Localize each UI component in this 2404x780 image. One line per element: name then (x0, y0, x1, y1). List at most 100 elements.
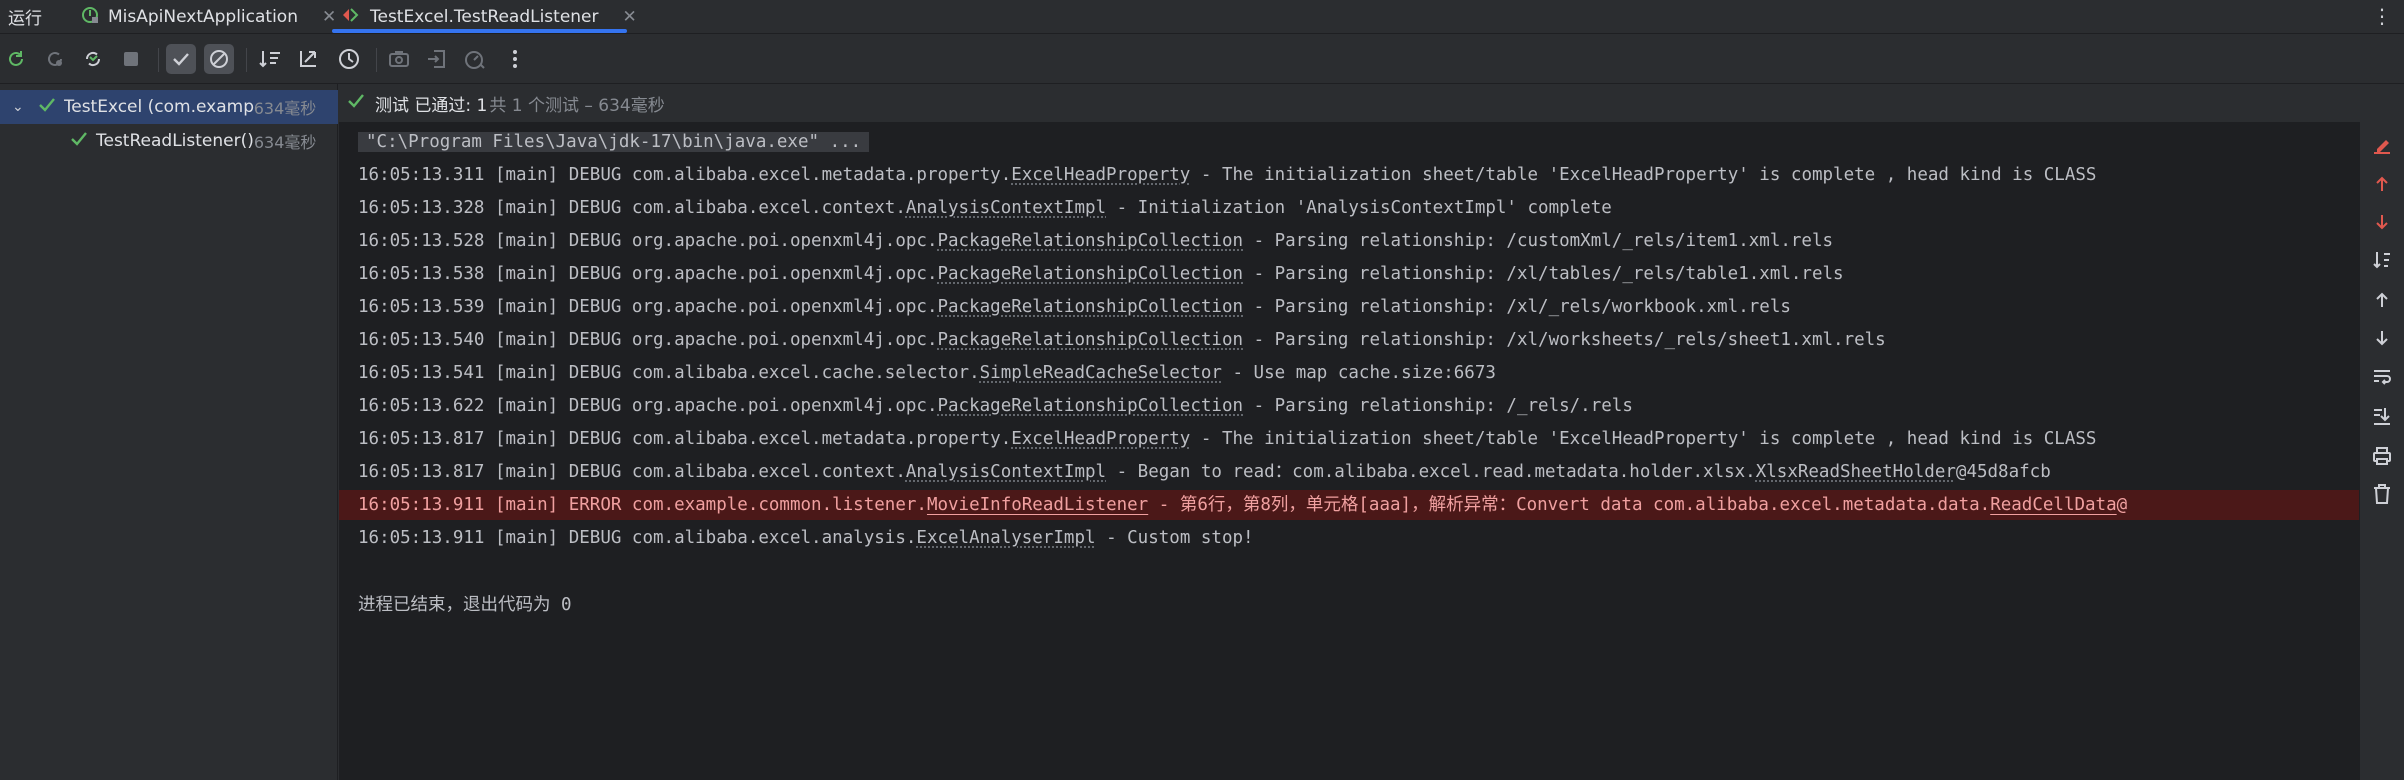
up-arrow-icon[interactable] (2368, 170, 2396, 198)
soft-wrap-icon[interactable] (2368, 132, 2396, 160)
test-tree: ⌄ TestExcel (com.examp 634毫秒 TestReadLis… (0, 84, 338, 780)
check-icon (70, 131, 88, 152)
show-ignored-icon[interactable] (204, 44, 234, 74)
check-icon (347, 93, 365, 114)
rerun-icon[interactable] (1, 44, 31, 74)
log-text: 16:05:13.528 [main] DEBUG org.apache.poi… (358, 231, 938, 251)
trash-icon[interactable] (2368, 480, 2396, 508)
log-text: @ (2116, 495, 2128, 515)
log-text: 16:05:13.538 [main] DEBUG org.apache.poi… (358, 264, 938, 284)
stop-icon[interactable] (116, 44, 146, 74)
tree-node-label: TestReadListener() (96, 131, 254, 151)
console-line: 16:05:13.538 [main] DEBUG org.apache.poi… (339, 259, 2359, 289)
class-link[interactable]: AnalysisContextImpl (906, 462, 1106, 482)
log-text: - 第6行，第8列，单元格[aaa]，解析异常：Convert data com… (1148, 495, 1991, 515)
class-link[interactable]: ExcelAnalyserImpl (916, 528, 1095, 548)
chevron-down-icon[interactable]: ⌄ (12, 99, 24, 115)
console-line: 16:05:13.622 [main] DEBUG org.apache.poi… (339, 391, 2359, 421)
print-icon[interactable] (2368, 442, 2396, 470)
class-link[interactable]: MovieInfoReadListener (927, 495, 1148, 515)
console-side-toolbar (2359, 122, 2404, 780)
class-link[interactable]: PackageRelationshipCollection (937, 297, 1243, 317)
class-link[interactable]: PackageRelationshipCollection (937, 396, 1243, 416)
console-line: 16:05:13.541 [main] DEBUG com.alibaba.ex… (339, 358, 2359, 388)
class-link[interactable]: PackageRelationshipCollection (937, 330, 1243, 350)
log-text: 16:05:13.911 [main] ERROR com.example.co… (358, 495, 927, 515)
log-text: - Parsing relationship: /xl/_rels/workbo… (1243, 297, 1791, 317)
close-icon[interactable]: ✕ (623, 7, 637, 27)
class-link[interactable]: ReadCellData (1990, 495, 2116, 515)
log-text: 16:05:13.328 [main] DEBUG com.alibaba.ex… (358, 198, 906, 218)
run-tool-window: { "run_title": "运行", "tabs": [ {"label":… (0, 0, 2404, 780)
show-passed-icon[interactable] (166, 44, 196, 74)
class-link[interactable]: PackageRelationshipCollection (937, 231, 1243, 251)
tree-node-testexcel[interactable]: ⌄ TestExcel (com.examp 634毫秒 (0, 90, 338, 124)
console-line-error: 16:05:13.911 [main] ERROR com.example.co… (339, 490, 2359, 520)
log-text: - Began to read：com.alibaba.excel.read.m… (1106, 462, 1756, 482)
scroll-up-icon[interactable] (2368, 286, 2396, 314)
spring-app-icon (80, 5, 100, 30)
log-text: - The initialization sheet/table 'ExcelH… (1190, 165, 2097, 185)
import-tests-icon[interactable] (422, 44, 452, 74)
check-icon (38, 97, 56, 118)
log-text: - Use map cache.size:6673 (1221, 363, 1496, 383)
toolbar-separator (376, 48, 377, 72)
toolbar (0, 36, 2404, 84)
console-line: 16:05:13.817 [main] DEBUG com.alibaba.ex… (339, 457, 2359, 487)
sort-alpha-icon[interactable] (256, 44, 286, 74)
class-link[interactable]: PackageRelationshipCollection (937, 264, 1243, 284)
tab-label: MisApiNextApplication (108, 7, 298, 27)
log-text: 16:05:13.539 [main] DEBUG org.apache.poi… (358, 297, 938, 317)
log-text: @45d8afcb (1955, 462, 2051, 482)
toolbar-separator (158, 48, 159, 72)
console-output[interactable]: "C:\Program Files\Java\jdk-17\bin\java.e… (339, 122, 2359, 780)
tree-node-time: 634毫秒 (253, 99, 317, 118)
log-text: 16:05:13.622 [main] DEBUG org.apache.poi… (358, 396, 938, 416)
class-link[interactable]: SimpleReadCacheSelector (980, 363, 1222, 383)
class-link[interactable]: ExcelHeadProperty (1011, 429, 1190, 449)
toggle-auto-test-icon[interactable] (78, 44, 108, 74)
log-text: 16:05:13.541 [main] DEBUG com.alibaba.ex… (358, 363, 980, 383)
console-line: 16:05:13.528 [main] DEBUG org.apache.poi… (339, 226, 2359, 256)
log-text: - Parsing relationship: /_rels/.rels (1243, 396, 1633, 416)
down-arrow-icon[interactable] (2368, 208, 2396, 236)
more-icon[interactable] (500, 44, 530, 74)
sort-duration-icon[interactable] (294, 44, 324, 74)
log-text: - Parsing relationship: /customXml/_rels… (1243, 231, 1834, 251)
more-options-icon[interactable]: ⋮ (2372, 4, 2392, 28)
exit-message: 进程已结束，退出代码为 0 (358, 595, 572, 615)
close-icon[interactable]: ✕ (322, 7, 336, 27)
class-link[interactable]: AnalysisContextImpl (906, 198, 1106, 218)
log-text: - Parsing relationship: /xl/tables/_rels… (1243, 264, 1844, 284)
console-line: 16:05:13.328 [main] DEBUG com.alibaba.ex… (339, 193, 2359, 223)
tab-label: TestExcel.TestReadListener (370, 7, 599, 27)
tab-misapi[interactable]: MisApiNextApplication ✕ (80, 0, 336, 34)
console-line: 16:05:13.911 [main] DEBUG com.alibaba.ex… (339, 523, 2359, 553)
console-line: 16:05:13.817 [main] DEBUG com.alibaba.ex… (339, 424, 2359, 454)
log-text: - The initialization sheet/table 'ExcelH… (1190, 429, 2097, 449)
stopwatch-icon[interactable] (460, 44, 490, 74)
log-text: 16:05:13.911 [main] DEBUG com.alibaba.ex… (358, 528, 917, 548)
log-text: 16:05:13.817 [main] DEBUG com.alibaba.ex… (358, 429, 1012, 449)
toolbar-separator (246, 48, 247, 72)
sort-icon[interactable] (2368, 246, 2396, 274)
class-link[interactable]: XlsxReadSheetHolder (1756, 462, 1956, 482)
history-icon[interactable] (334, 44, 364, 74)
log-text: 16:05:13.817 [main] DEBUG com.alibaba.ex… (358, 462, 906, 482)
java-command[interactable]: "C:\Program Files\Java\jdk-17\bin\java.e… (358, 132, 870, 152)
log-text: - Parsing relationship: /xl/worksheets/_… (1243, 330, 1886, 350)
log-text: 16:05:13.540 [main] DEBUG org.apache.poi… (358, 330, 938, 350)
console-command-line[interactable]: "C:\Program Files\Java\jdk-17\bin\java.e… (339, 127, 2359, 157)
scroll-down-icon[interactable] (2368, 324, 2396, 352)
log-text: - Initialization 'AnalysisContextImpl' c… (1106, 198, 1612, 218)
console-line: 16:05:13.311 [main] DEBUG com.alibaba.ex… (339, 160, 2359, 190)
log-text: 16:05:13.311 [main] DEBUG com.alibaba.ex… (358, 165, 1012, 185)
wrap-lines-icon[interactable] (2368, 362, 2396, 390)
log-text: - Custom stop! (1095, 528, 1254, 548)
scroll-to-end-icon[interactable] (2368, 402, 2396, 430)
console-line: 16:05:13.540 [main] DEBUG org.apache.poi… (339, 325, 2359, 355)
class-link[interactable]: ExcelHeadProperty (1011, 165, 1190, 185)
rerun-failed-icon[interactable] (40, 44, 70, 74)
tree-node-testreadlistener[interactable]: TestReadListener() 634毫秒 (0, 124, 338, 158)
screenshot-icon[interactable] (384, 44, 414, 74)
